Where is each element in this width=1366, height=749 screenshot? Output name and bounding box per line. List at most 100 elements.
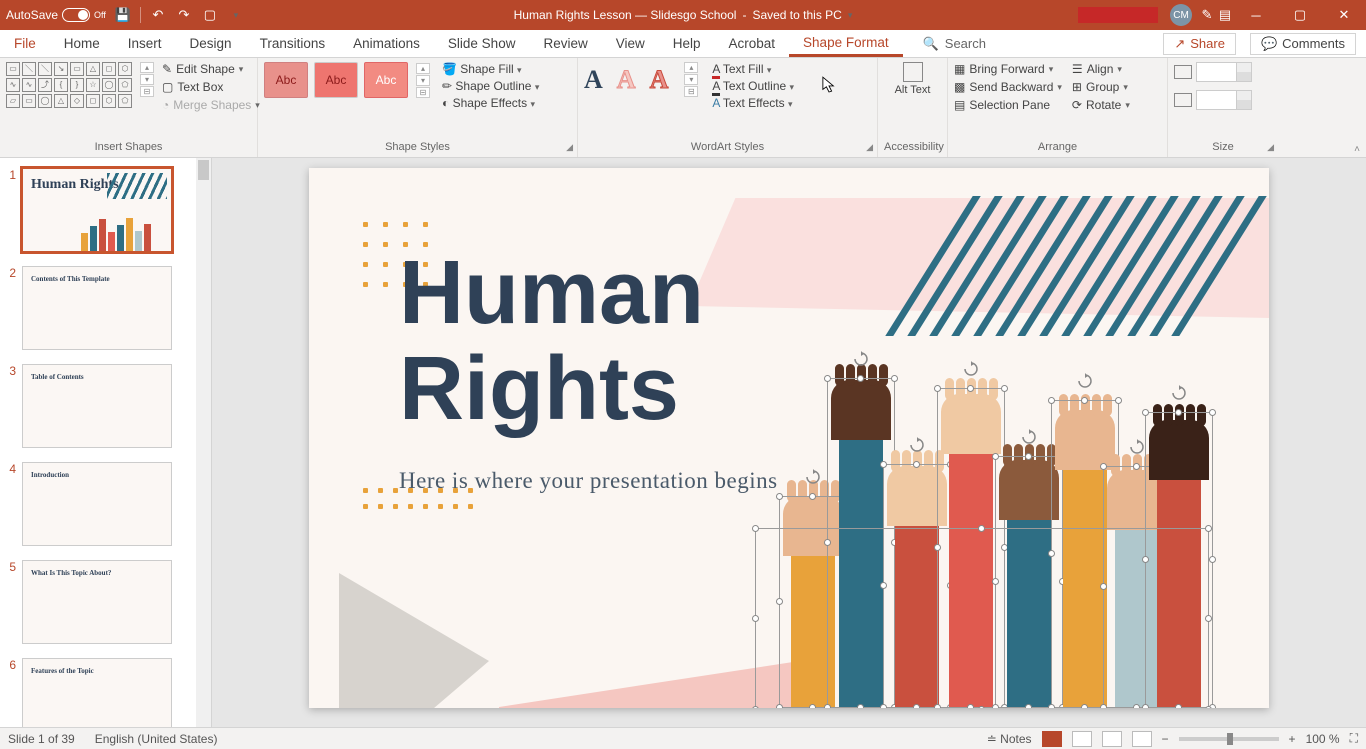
share-button[interactable]: ↗ Share [1163, 33, 1236, 55]
edit-shape-button[interactable]: ✎Edit Shape▾ [162, 62, 260, 76]
ribbon-display-icon[interactable]: ▤ [1216, 6, 1234, 24]
zoom-slider[interactable] [1179, 737, 1279, 741]
zoom-value[interactable]: 100 % [1306, 732, 1340, 746]
shape-height-input[interactable] [1174, 62, 1252, 82]
height-spinner[interactable] [1196, 62, 1252, 82]
thumb-row-6[interactable]: 6Features of the Topic [6, 658, 193, 727]
thumb-preview[interactable]: Introduction [22, 462, 172, 546]
thumb-preview[interactable]: What Is This Topic About? [22, 560, 172, 644]
wordart-launcher-icon[interactable]: ◢ [866, 142, 873, 153]
text-box-button[interactable]: ▢Text Box [162, 80, 260, 94]
slide-canvas-area[interactable]: Human Rights Here is where your presenta… [212, 158, 1366, 727]
slide-sorter-view-button[interactable] [1072, 731, 1092, 747]
tell-me-search[interactable]: 🔍 Search [923, 30, 986, 57]
shape-width-input[interactable] [1174, 90, 1252, 110]
send-backward-button[interactable]: ▩Send Backward ▾ [954, 80, 1062, 94]
autosave-switch-icon[interactable] [62, 8, 90, 22]
rotate-handle-icon[interactable] [963, 361, 979, 377]
tab-shape-format[interactable]: Shape Format [789, 30, 903, 57]
tab-file[interactable]: File [0, 30, 50, 57]
rotate-handle-icon[interactable] [1171, 385, 1187, 401]
wordart-gallery[interactable]: A A A ▴▾⊟ [584, 62, 698, 97]
shape-fill-button[interactable]: 🪣 Shape Fill ▾ [442, 62, 539, 76]
align-button[interactable]: ☰Align▾ [1072, 62, 1130, 76]
group-selection-box[interactable] [755, 528, 1209, 708]
zoom-out-button[interactable]: − [1162, 732, 1169, 746]
wordart-preset-3[interactable]: A [650, 65, 669, 95]
wordart-scroll[interactable]: ▴▾⊟ [684, 62, 698, 97]
tab-insert[interactable]: Insert [114, 30, 176, 57]
tab-acrobat[interactable]: Acrobat [715, 30, 790, 57]
reading-view-button[interactable] [1102, 731, 1122, 747]
tab-review[interactable]: Review [529, 30, 601, 57]
bring-forward-button[interactable]: ▦Bring Forward ▾ [954, 62, 1062, 76]
from-beginning-icon[interactable]: ▢ [201, 6, 219, 24]
alt-text-button[interactable]: Alt Text [893, 62, 933, 96]
rotate-handle-icon[interactable] [909, 437, 925, 453]
shapes-gallery[interactable]: ▭＼＼↘▭△◻⬡ ∿∿⤴{}☆◯⬠ ▱▭◯△◇◻⬡⬠ [6, 62, 138, 108]
rotate-button[interactable]: ⟳Rotate▾ [1072, 98, 1130, 112]
thumb-row-5[interactable]: 5What Is This Topic About? [6, 560, 193, 644]
text-outline-button[interactable]: A Text Outline ▾ [712, 79, 794, 93]
thumb-row-4[interactable]: 4Introduction [6, 462, 193, 546]
maximize-button[interactable]: ▢ [1278, 0, 1322, 30]
normal-view-button[interactable] [1042, 731, 1062, 747]
wordart-preset-2[interactable]: A [617, 65, 636, 95]
rotate-handle-icon[interactable] [1021, 429, 1037, 445]
group-button[interactable]: ⊞Group▾ [1072, 80, 1130, 94]
collapse-ribbon-icon[interactable]: ˄ [1354, 144, 1360, 155]
close-button[interactable]: ✕ [1322, 0, 1366, 30]
zoom-in-button[interactable]: + [1289, 732, 1296, 746]
qat-more-icon[interactable]: ▾ [227, 6, 245, 24]
tab-transitions[interactable]: Transitions [246, 30, 340, 57]
tab-home[interactable]: Home [50, 30, 114, 57]
shape-styles-gallery[interactable]: Abc Abc Abc ▴▾⊟ [264, 62, 430, 98]
drawing-mode-icon[interactable]: ✎ [1198, 6, 1216, 24]
shape-styles-launcher-icon[interactable]: ◢ [566, 142, 573, 153]
user-avatar[interactable]: CM [1170, 4, 1192, 26]
shape-outline-button[interactable]: ✏ Shape Outline ▾ [442, 79, 539, 93]
size-launcher-icon[interactable]: ◢ [1267, 142, 1274, 153]
fit-to-window-button[interactable]: ⛶ [1350, 731, 1358, 746]
shapes-gallery-scroll[interactable]: ▴▾⊟ [140, 62, 154, 108]
doc-title-caret-icon[interactable]: ▾ [848, 10, 853, 21]
undo-icon[interactable]: ↶ [149, 6, 167, 24]
slide-thumbnails-panel[interactable]: 1Human Rights2Contents of This Template3… [0, 158, 212, 727]
thumb-preview[interactable]: Table of Contents [22, 364, 172, 448]
style-preset-3[interactable]: Abc [364, 62, 408, 98]
rotate-handle-icon[interactable] [1129, 439, 1145, 455]
comments-button[interactable]: 💬 Comments [1250, 33, 1356, 55]
notes-button[interactable]: ≐ Notes [987, 732, 1032, 746]
thumbs-scrollbar[interactable] [196, 158, 211, 727]
wordart-preset-1[interactable]: A [584, 65, 603, 95]
slideshow-view-button[interactable] [1132, 731, 1152, 747]
language-status[interactable]: English (United States) [95, 732, 218, 746]
selection-pane-button[interactable]: ▤Selection Pane [954, 98, 1062, 112]
redo-icon[interactable]: ↷ [175, 6, 193, 24]
thumb-preview[interactable]: Features of the Topic [22, 658, 172, 727]
text-effects-button[interactable]: A Text Effects ▾ [712, 96, 794, 110]
shape-effects-button[interactable]: ◐ Shape Effects ▾ [442, 96, 539, 110]
rotate-handle-icon[interactable] [1077, 373, 1093, 389]
slide-title[interactable]: Human Rights [399, 246, 704, 437]
thumb-row-3[interactable]: 3Table of Contents [6, 364, 193, 448]
slide-count[interactable]: Slide 1 of 39 [8, 732, 75, 746]
merge-shapes-button[interactable]: ◔Merge Shapes▾ [162, 98, 260, 112]
style-preset-1[interactable]: Abc [264, 62, 308, 98]
thumb-preview[interactable]: Contents of This Template [22, 266, 172, 350]
hands-shape-group[interactable] [769, 378, 1209, 708]
slide-editor[interactable]: Human Rights Here is where your presenta… [309, 168, 1269, 708]
width-spinner[interactable] [1196, 90, 1252, 110]
thumb-row-1[interactable]: 1Human Rights [6, 168, 193, 252]
save-icon[interactable]: 💾 [114, 6, 132, 24]
tab-design[interactable]: Design [176, 30, 246, 57]
tab-view[interactable]: View [602, 30, 659, 57]
tab-animations[interactable]: Animations [339, 30, 434, 57]
thumb-preview[interactable]: Human Rights [22, 168, 172, 252]
minimize-button[interactable]: ─ [1234, 0, 1278, 30]
text-fill-button[interactable]: A Text Fill ▾ [712, 62, 794, 76]
shape-styles-scroll[interactable]: ▴▾⊟ [416, 63, 430, 98]
tab-help[interactable]: Help [659, 30, 715, 57]
tab-slide-show[interactable]: Slide Show [434, 30, 530, 57]
autosave-toggle[interactable]: AutoSave Off [6, 8, 106, 22]
